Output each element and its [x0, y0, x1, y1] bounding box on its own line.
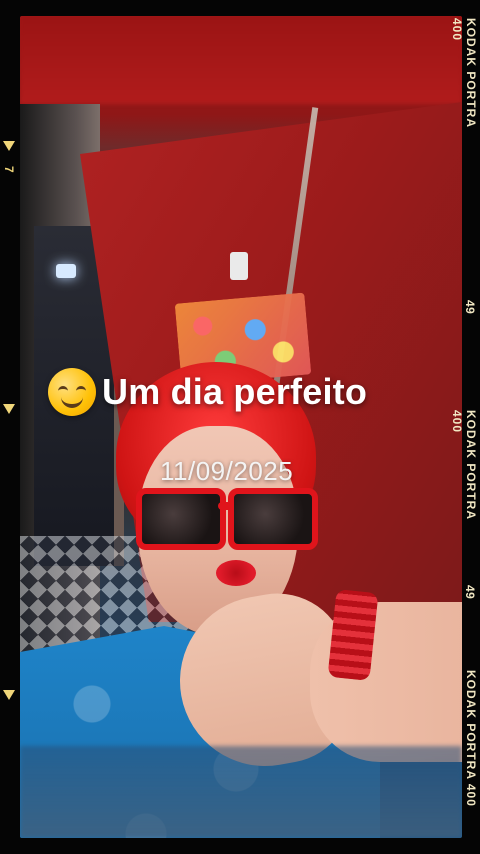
- overlay-date: 11/09/2025: [160, 456, 294, 486]
- light-switch: [230, 252, 248, 280]
- smiling-face-icon: [48, 368, 96, 416]
- overlay-title: Um dia perfeito: [48, 366, 468, 418]
- sunglasses-right-lens: [228, 488, 318, 550]
- film-right-rail: KODAK PORTRA 400 49 KODAK PORTRA 400 49 …: [450, 0, 480, 854]
- blurred-top-band: [20, 16, 462, 104]
- film-left-rail: 7: [0, 0, 20, 854]
- light-fixture: [56, 264, 76, 278]
- film-frame-number: 49: [463, 300, 477, 315]
- film-brand-label: KODAK PORTRA 400: [450, 410, 478, 520]
- smile-mouth: [61, 392, 83, 408]
- photo: [20, 16, 462, 838]
- film-frame: Um dia perfeito 11/09/2025 7 KODAK PORTR…: [0, 0, 480, 854]
- film-frame-number: 49: [463, 585, 477, 600]
- film-brand-label: KODAK PORTRA 400: [464, 670, 478, 807]
- overlay-title-text: Um dia perfeito: [102, 371, 368, 412]
- blurred-bottom-band: [20, 746, 462, 838]
- frame-marker-triangle-icon: [3, 690, 15, 700]
- film-brand-label: KODAK PORTRA 400: [450, 18, 478, 128]
- frame-number-label: 7: [2, 166, 16, 173]
- lips: [216, 560, 256, 586]
- frame-marker-triangle-icon: [3, 141, 15, 151]
- frame-marker-triangle-icon: [3, 404, 15, 414]
- sunglasses-left-lens: [136, 488, 226, 550]
